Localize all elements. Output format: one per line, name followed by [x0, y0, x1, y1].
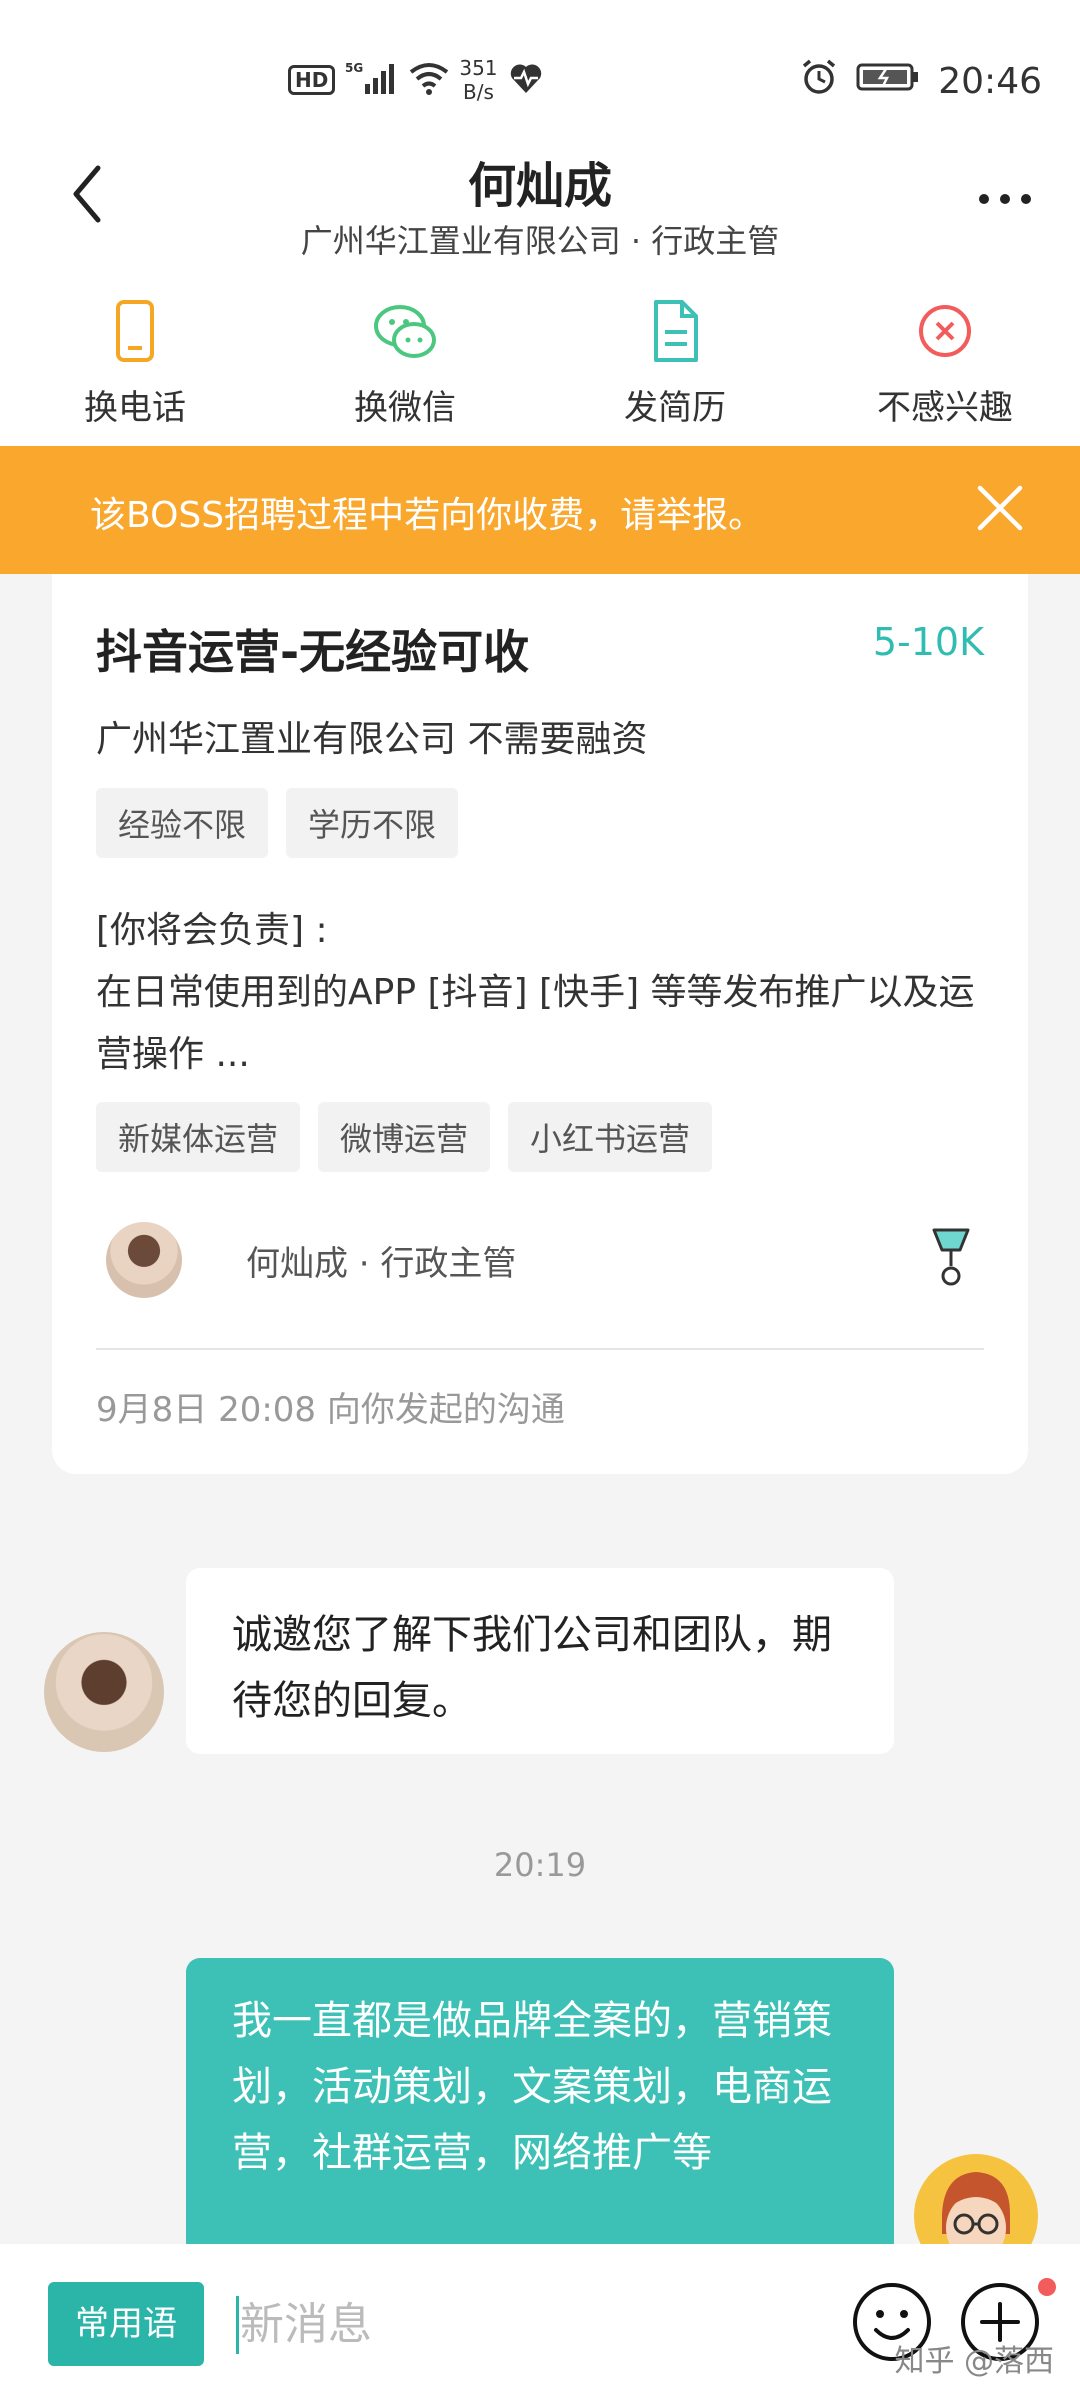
description-line: [你将会负责] :	[96, 910, 328, 951]
network-speed: 351 B/s	[459, 56, 497, 104]
job-company: 广州华江置业有限公司 不需要融资	[96, 719, 648, 760]
message-input[interactable]	[238, 2288, 802, 2360]
status-right: 20:46	[800, 58, 1042, 105]
boss-name: 何灿成 · 行政主管	[246, 1244, 517, 1284]
hd-icon: HD	[288, 65, 336, 95]
job-card[interactable]: 抖音运营-无经验可收 5-10K 广州华江置业有限公司 不需要融资 经验不限 学…	[52, 574, 1028, 1474]
clock-time: 20:46	[938, 61, 1042, 102]
battery-icon	[856, 61, 920, 102]
job-description: [你将会负责] : 在日常使用到的APP [抖音] [快手] 等等发布推广以及运…	[96, 900, 996, 1086]
action-not-interested[interactable]: 不感兴趣	[810, 280, 1080, 446]
outgoing-message[interactable]: 我一直都是做品牌全案的，营销策划，活动策划，文案策划，电商运营，社群运营，网络推…	[186, 1958, 894, 2258]
more-icon	[979, 194, 1031, 204]
status-left: HD 5G 351 B/s	[288, 56, 544, 104]
tag-education: 学历不限	[286, 788, 459, 858]
tag-skill: 新媒体运营	[96, 1102, 301, 1172]
warning-banner: 该BOSS招聘过程中若向你收费，请举报。	[0, 446, 1080, 574]
warning-text: 该BOSS招聘过程中若向你收费，请举报。	[90, 495, 765, 536]
signal-icon: 5G	[345, 60, 399, 100]
not-interested-icon	[919, 305, 971, 357]
phone-icon	[116, 300, 154, 362]
speed-value: 351	[459, 56, 498, 80]
message-text: 诚邀您了解下我们公司和团队，期待您的回复。	[232, 1612, 832, 1724]
action-change-phone[interactable]: 换电话	[0, 280, 270, 446]
svg-text:5G: 5G	[345, 61, 363, 75]
action-label: 换微信	[354, 388, 456, 428]
tag-skill: 微博运营	[318, 1102, 491, 1172]
card-divider	[96, 1348, 984, 1350]
tag-skill: 小红书运营	[508, 1102, 713, 1172]
incoming-message[interactable]: 诚邀您了解下我们公司和团队，期待您的回复。	[186, 1568, 894, 1754]
message-text: 我一直都是做品牌全案的，营销策划，活动策划，文案策划，电商运营，社群运营，网络推…	[232, 1998, 832, 2176]
description-line: 在日常使用到的APP [抖音] [快手] 等等发布推广以及运营操作 ...	[96, 972, 975, 1075]
close-icon	[977, 485, 1023, 531]
boss-info[interactable]: 何灿成 · 行政主管	[96, 1214, 996, 1304]
sender-avatar[interactable]	[44, 1632, 164, 1752]
more-button[interactable]	[970, 184, 1040, 214]
action-label: 发简历	[624, 388, 726, 428]
conversation-start: 9月8日 20:08 向你发起的沟通	[96, 1390, 565, 1430]
action-bar: 换电话 换微信 发简历 不感兴趣	[0, 280, 1080, 446]
action-label: 换电话	[84, 388, 186, 428]
resume-icon	[654, 300, 698, 362]
speed-unit: B/s	[462, 80, 494, 104]
close-warning-button[interactable]	[972, 480, 1028, 536]
action-send-resume[interactable]: 发简历	[540, 280, 810, 446]
status-bar: HD 5G 351 B/s 20:46	[0, 0, 1080, 130]
heart-rate-icon	[508, 61, 544, 99]
tag-experience: 经验不限	[96, 788, 269, 858]
chat-header: 何灿成 广州华江置业有限公司 · 行政主管	[0, 130, 1080, 280]
boss-avatar	[106, 1222, 182, 1298]
alarm-icon	[800, 58, 838, 105]
gem-badge-icon	[932, 1228, 970, 1286]
requirement-tags: 经验不限 学历不限	[96, 788, 459, 858]
job-title: 抖音运营-无经验可收	[96, 625, 530, 679]
skill-tags: 新媒体运营 微博运营 小红书运营	[96, 1102, 713, 1172]
page-title: 何灿成	[467, 158, 612, 214]
action-label: 不感兴趣	[877, 388, 1013, 428]
watermark: 知乎 @落西	[894, 2344, 1054, 2379]
notification-dot	[1038, 2278, 1056, 2296]
wifi-icon	[409, 60, 449, 100]
job-salary: 5-10K	[872, 620, 984, 664]
message-timestamp: 20:19	[493, 1846, 587, 1884]
quick-phrases-button[interactable]: 常用语	[48, 2282, 204, 2366]
wechat-icon	[374, 305, 436, 358]
action-change-wechat[interactable]: 换微信	[270, 280, 540, 446]
page-subtitle: 广州华江置业有限公司 · 行政主管	[300, 222, 780, 260]
